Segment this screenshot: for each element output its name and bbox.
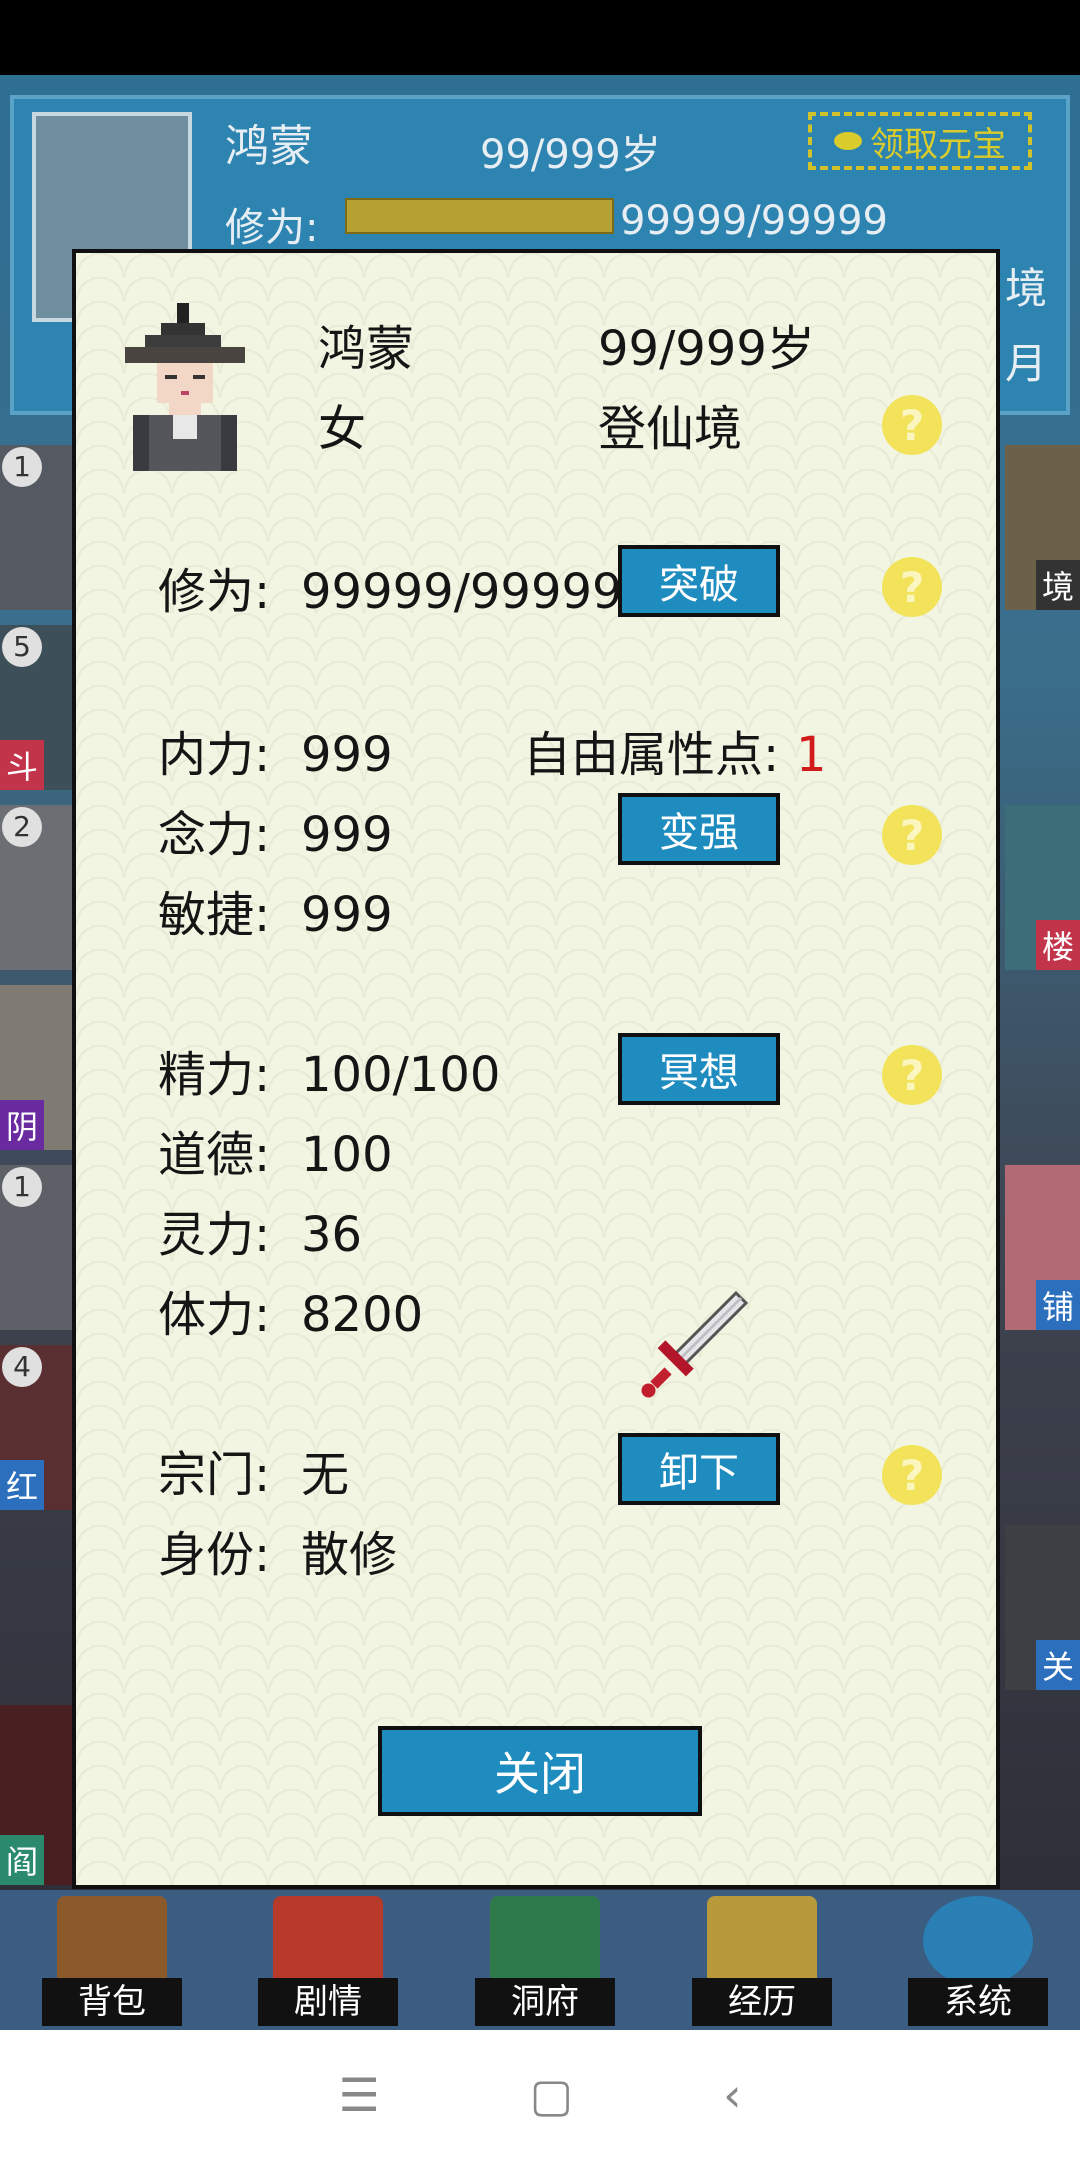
sword-icon[interactable]	[636, 1288, 751, 1403]
attributes-help-icon[interactable]: ?	[882, 805, 942, 865]
cultivation-help-icon[interactable]: ?	[882, 557, 942, 617]
card-tag: 境	[1035, 560, 1080, 610]
stat-value-mind-power: 999	[301, 807, 393, 863]
nav-cave[interactable]: 洞府	[465, 1890, 625, 2030]
card-tag: 铺	[1035, 1280, 1080, 1330]
left-location-card-7[interactable]: 阎	[0, 1705, 75, 1885]
left-location-card-6[interactable]: 4 红	[0, 1345, 75, 1510]
nav-story[interactable]: 剧情	[248, 1890, 408, 2030]
cultivation-value: 99999/99999	[301, 564, 623, 620]
stat-label-inner-power: 内力:	[158, 727, 271, 783]
stat-label-stamina: 体力:	[158, 1287, 271, 1343]
character-realm: 登仙境	[598, 401, 743, 457]
right-location-card-1[interactable]: 境	[1005, 445, 1080, 610]
pavilion-icon	[490, 1896, 600, 1986]
right-location-card-3[interactable]: 铺	[1005, 1165, 1080, 1330]
left-location-card-3[interactable]: 2	[0, 805, 75, 970]
nav-system[interactable]: 系统	[898, 1890, 1058, 2030]
book-icon	[707, 1896, 817, 1986]
claim-ingot-button[interactable]: 领取元宝	[808, 112, 1032, 170]
home-icon[interactable]: ▢	[530, 2068, 573, 2122]
backpack-icon	[57, 1896, 167, 1986]
stat-value-spirit: 36	[301, 1207, 363, 1263]
meditate-button[interactable]: 冥想	[618, 1033, 780, 1105]
card-tag: 关	[1035, 1640, 1080, 1690]
card-tag: 红	[0, 1460, 45, 1510]
character-avatar	[125, 303, 245, 471]
stat-value-inner-power: 999	[301, 727, 393, 783]
character-info-dialog: 鸿蒙 99/999岁 女 登仙境 ? 修为: 99999/99999 突破 ? …	[72, 249, 1000, 1889]
header-name: 鸿蒙	[225, 121, 313, 172]
nav-story-label: 剧情	[258, 1978, 398, 2026]
card-number: 2	[2, 807, 42, 847]
status-bar	[0, 0, 1080, 75]
free-points-value: 1	[796, 727, 827, 783]
cultivation-label: 修为:	[158, 564, 271, 620]
free-points-label: 自由属性点:	[523, 727, 780, 783]
claim-ingot-label: 领取元宝	[870, 124, 1006, 165]
nav-backpack[interactable]: 背包	[32, 1890, 192, 2030]
stat-value-energy: 100/100	[301, 1047, 501, 1103]
card-number: 1	[2, 447, 42, 487]
strengthen-button[interactable]: 变强	[618, 793, 780, 865]
identity-value: 散修	[301, 1527, 398, 1583]
stat-label-spirit: 灵力:	[158, 1207, 271, 1263]
stat-value-morality: 100	[301, 1127, 393, 1183]
back-icon[interactable]: ‹	[723, 2068, 741, 2122]
character-gender: 女	[318, 401, 367, 457]
right-location-card-4[interactable]: 关	[1005, 1525, 1080, 1690]
nav-experience[interactable]: 经历	[682, 1890, 842, 2030]
card-number: 5	[2, 627, 42, 667]
nav-cave-label: 洞府	[475, 1978, 615, 2026]
card-tag: 楼	[1035, 920, 1080, 970]
equipment-help-icon[interactable]: ?	[882, 1445, 942, 1505]
header-cultivation-value: 99999/99999	[620, 198, 888, 244]
nav-system-label: 系统	[908, 1978, 1048, 2026]
header-cultivation-bar	[345, 198, 614, 234]
header-age: 99/999岁	[480, 132, 661, 178]
close-button[interactable]: 关闭	[378, 1726, 702, 1816]
header-cultivation-label: 修为:	[225, 205, 319, 251]
stat-label-energy: 精力:	[158, 1047, 271, 1103]
system-nav-bar: ☰ ▢ ‹	[0, 2030, 1080, 2160]
ingot-icon	[834, 132, 862, 150]
left-location-card-4[interactable]: 阴	[0, 985, 75, 1150]
stat-value-agility: 999	[301, 887, 393, 943]
header-side-text-2: 月	[1005, 339, 1048, 388]
menu-icon[interactable]: ☰	[338, 2068, 379, 2122]
character-age: 99/999岁	[598, 321, 815, 377]
right-location-card-2[interactable]: 楼	[1005, 805, 1080, 970]
sect-label: 宗门:	[158, 1447, 271, 1503]
card-tag: 阎	[0, 1835, 45, 1885]
unequip-button[interactable]: 卸下	[618, 1433, 780, 1505]
left-location-card-2[interactable]: 5 斗	[0, 625, 75, 790]
sect-value: 无	[301, 1447, 350, 1503]
vitals-help-icon[interactable]: ?	[882, 1045, 942, 1105]
identity-label: 身份:	[158, 1527, 271, 1583]
breakthrough-button[interactable]: 突破	[618, 545, 780, 617]
bottom-nav: 背包 剧情 洞府 经历 系统	[0, 1890, 1080, 2030]
left-location-card-1[interactable]: 1	[0, 445, 75, 610]
stat-label-morality: 道德:	[158, 1127, 271, 1183]
left-location-card-5[interactable]: 1	[0, 1165, 75, 1330]
card-number: 4	[2, 1347, 42, 1387]
card-tag: 阴	[0, 1100, 45, 1150]
header-side-text-1: 境	[1005, 264, 1048, 313]
stat-label-agility: 敏捷:	[158, 887, 271, 943]
nav-backpack-label: 背包	[42, 1978, 182, 2026]
character-name: 鸿蒙	[318, 321, 415, 377]
gear-icon	[923, 1896, 1033, 1986]
nav-experience-label: 经历	[692, 1978, 832, 2026]
card-number: 1	[2, 1167, 42, 1207]
stat-value-stamina: 8200	[301, 1287, 424, 1343]
scroll-icon	[273, 1896, 383, 1986]
realm-help-icon[interactable]: ?	[882, 395, 942, 455]
card-tag: 斗	[0, 740, 45, 790]
stat-label-mind-power: 念力:	[158, 807, 271, 863]
